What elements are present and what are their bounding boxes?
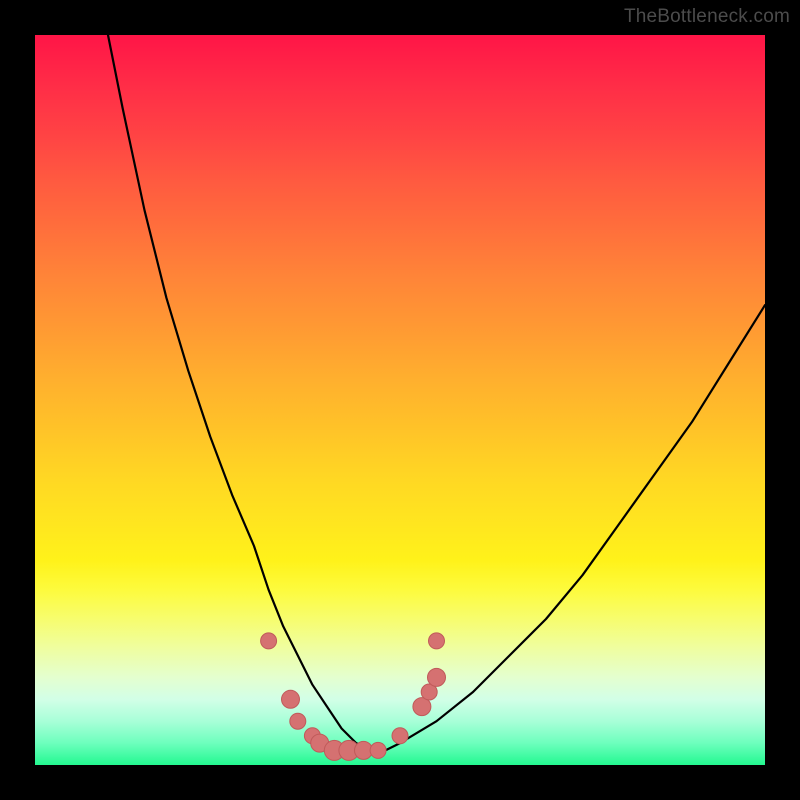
marker-dot <box>392 728 408 744</box>
bottleneck-curve <box>35 35 765 765</box>
chart-frame: TheBottleneck.com <box>0 0 800 800</box>
marker-dot <box>428 668 446 686</box>
marker-group <box>261 633 446 761</box>
marker-dot <box>282 690 300 708</box>
marker-dot <box>429 633 445 649</box>
marker-dot <box>261 633 277 649</box>
marker-dot <box>370 742 386 758</box>
marker-dot <box>290 713 306 729</box>
watermark-label: TheBottleneck.com <box>624 6 790 28</box>
plot-area <box>35 35 765 765</box>
